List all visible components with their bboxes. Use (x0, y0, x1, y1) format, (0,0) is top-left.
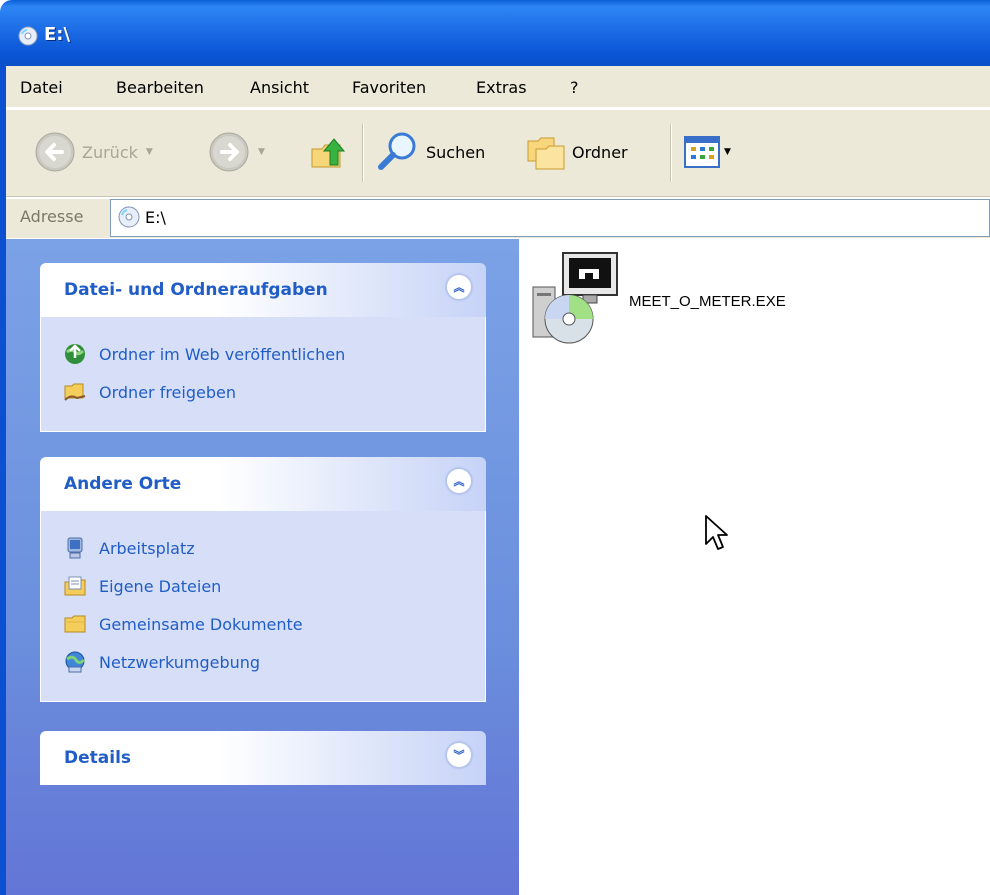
title-bar[interactable]: E:\ (0, 0, 990, 66)
collapse-icon[interactable]: ︽ (446, 468, 472, 494)
task-publish-web-label: Ordner im Web veröffentlichen (99, 344, 346, 364)
back-arrow-icon (35, 132, 75, 172)
menu-datei[interactable]: Datei (20, 78, 63, 97)
forward-dropdown-icon[interactable]: ▼ (258, 147, 265, 157)
address-field[interactable]: E:\ (110, 199, 990, 237)
up-folder-button[interactable] (306, 128, 348, 176)
other-places-header[interactable]: Andere Orte ︽ (40, 457, 486, 511)
menu-help[interactable]: ? (570, 78, 579, 97)
cd-drive-icon (18, 26, 38, 46)
share-folder-icon (64, 383, 86, 401)
shared-documents-icon (64, 615, 86, 633)
details-header[interactable]: Details ︾ (40, 731, 486, 785)
task-publish-web[interactable]: Ordner im Web veröffentlichen (63, 335, 485, 373)
task-share-folder[interactable]: Ordner freigeben (63, 373, 485, 411)
file-tasks-panel: Datei- und Ordneraufgaben ︽ Ordner im We… (40, 263, 486, 432)
views-button[interactable]: ▼ (684, 128, 731, 176)
task-pane: Datei- und Ordneraufgaben ︽ Ordner im We… (6, 239, 519, 895)
file-item[interactable]: MEET_O_METER.EXE (527, 249, 786, 347)
file-name: MEET_O_METER.EXE (629, 292, 786, 310)
views-icon (684, 136, 720, 168)
views-dropdown-icon[interactable]: ▼ (724, 147, 731, 157)
back-dropdown-icon[interactable]: ▼ (146, 147, 153, 157)
network-places-icon (65, 651, 86, 673)
publish-web-icon (65, 344, 85, 364)
task-share-folder-label: Ordner freigeben (99, 382, 236, 402)
search-label: Suchen (426, 142, 486, 162)
toolbar: Zurück ▼ ▼ Suchen Ordner ▼ (6, 109, 990, 197)
mouse-cursor-icon (705, 515, 728, 550)
menu-bearbeiten[interactable]: Bearbeiten (116, 78, 204, 97)
place-my-documents[interactable]: Eigene Dateien (63, 567, 485, 605)
folders-button[interactable]: Ordner (524, 128, 628, 176)
folders-label: Ordner (572, 142, 628, 162)
file-tasks-title: Datei- und Ordneraufgaben (64, 280, 328, 300)
place-network[interactable]: Netzwerkumgebung (63, 643, 485, 681)
search-icon (378, 132, 416, 170)
details-panel: Details ︾ (40, 731, 486, 785)
place-my-documents-label: Eigene Dateien (99, 576, 222, 596)
collapse-icon[interactable]: ︽ (446, 274, 472, 300)
forward-arrow-icon (209, 132, 249, 172)
menu-ansicht[interactable]: Ansicht (250, 78, 309, 97)
window-title: E:\ (44, 24, 71, 45)
other-places-body: Arbeitsplatz Eigene Dateien Gemeinsame D… (40, 511, 486, 702)
address-label: Adresse (20, 207, 84, 226)
place-shared-documents-label: Gemeinsame Dokumente (99, 614, 303, 634)
place-my-computer[interactable]: Arbeitsplatz (63, 529, 485, 567)
file-tasks-header[interactable]: Datei- und Ordneraufgaben ︽ (40, 263, 486, 317)
other-places-title: Andere Orte (64, 474, 182, 494)
details-title: Details (64, 748, 132, 768)
place-shared-documents[interactable]: Gemeinsame Dokumente (63, 605, 485, 643)
address-bar: Adresse E:\ (6, 198, 990, 238)
place-my-computer-label: Arbeitsplatz (99, 538, 195, 558)
setup-exe-icon (532, 252, 618, 344)
toolbar-separator (670, 124, 672, 182)
other-places-panel: Andere Orte ︽ Arbeitsplatz Eigene Dateie… (40, 457, 486, 702)
place-network-label: Netzwerkumgebung (99, 652, 261, 672)
back-label: Zurück (82, 142, 138, 162)
up-folder-icon (311, 138, 346, 168)
cd-drive-icon (118, 206, 140, 228)
forward-button[interactable]: ▼ (208, 128, 265, 176)
toolbar-separator (362, 124, 364, 182)
my-documents-icon (64, 576, 86, 596)
my-computer-icon (67, 537, 83, 559)
search-button[interactable]: Suchen (374, 128, 485, 176)
menu-extras[interactable]: Extras (476, 78, 527, 97)
file-list-view[interactable]: MEET_O_METER.EXE (519, 239, 990, 895)
menu-favoriten[interactable]: Favoriten (352, 78, 426, 97)
file-tasks-body: Ordner im Web veröffentlichen Ordner fre… (40, 317, 486, 432)
address-value: E:\ (145, 208, 166, 227)
menu-bar: Datei Bearbeiten Ansicht Favoriten Extra… (6, 66, 990, 108)
folders-icon (527, 137, 565, 170)
back-button[interactable]: Zurück ▼ (34, 128, 153, 176)
expand-icon[interactable]: ︾ (446, 742, 472, 768)
